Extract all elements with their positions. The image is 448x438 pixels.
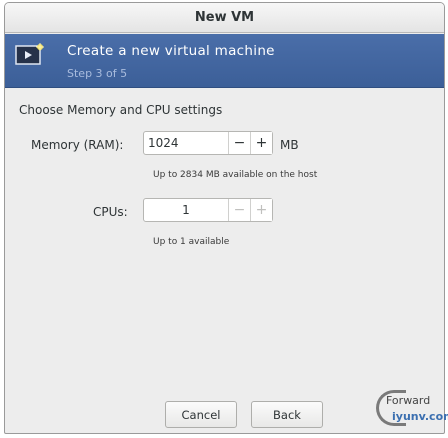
wizard-title: Create a new virtual machine — [67, 43, 275, 59]
site-watermark: Forward iyunv.com — [372, 386, 448, 436]
cpus-hint: Up to 1 available — [153, 237, 230, 247]
memory-spinbox[interactable]: 1024 − + — [143, 131, 273, 155]
cpus-label: CPUs: — [93, 205, 128, 219]
wizard-step: Step 3 of 5 — [67, 67, 128, 80]
memory-label: Memory (RAM): — [31, 138, 124, 152]
back-button[interactable]: Back — [251, 401, 323, 428]
cpus-increase-button[interactable]: + — [250, 199, 272, 221]
memory-hint: Up to 2834 MB available on the host — [153, 170, 318, 180]
watermark-text: iyunv.com — [392, 410, 448, 423]
vm-monitor-icon — [15, 43, 44, 65]
title-bar: New VM — [5, 3, 444, 33]
memory-decrease-button[interactable]: − — [228, 132, 250, 154]
memory-unit: MB — [280, 138, 299, 152]
cpus-spinbox[interactable]: 1 − + — [143, 198, 273, 222]
new-vm-window: New VM Create a new virtual machine Step… — [4, 2, 445, 434]
wizard-header: Create a new virtual machine Step 3 of 5 — [5, 34, 444, 88]
section-title: Choose Memory and CPU settings — [19, 103, 223, 117]
window-title: New VM — [194, 10, 255, 25]
memory-value[interactable]: 1024 — [144, 132, 228, 154]
cancel-button[interactable]: Cancel — [165, 401, 237, 428]
cpus-value[interactable]: 1 — [144, 199, 228, 221]
forward-button-text[interactable]: Forward — [386, 394, 430, 407]
memory-increase-button[interactable]: + — [250, 132, 272, 154]
cpus-decrease-button[interactable]: − — [228, 199, 250, 221]
